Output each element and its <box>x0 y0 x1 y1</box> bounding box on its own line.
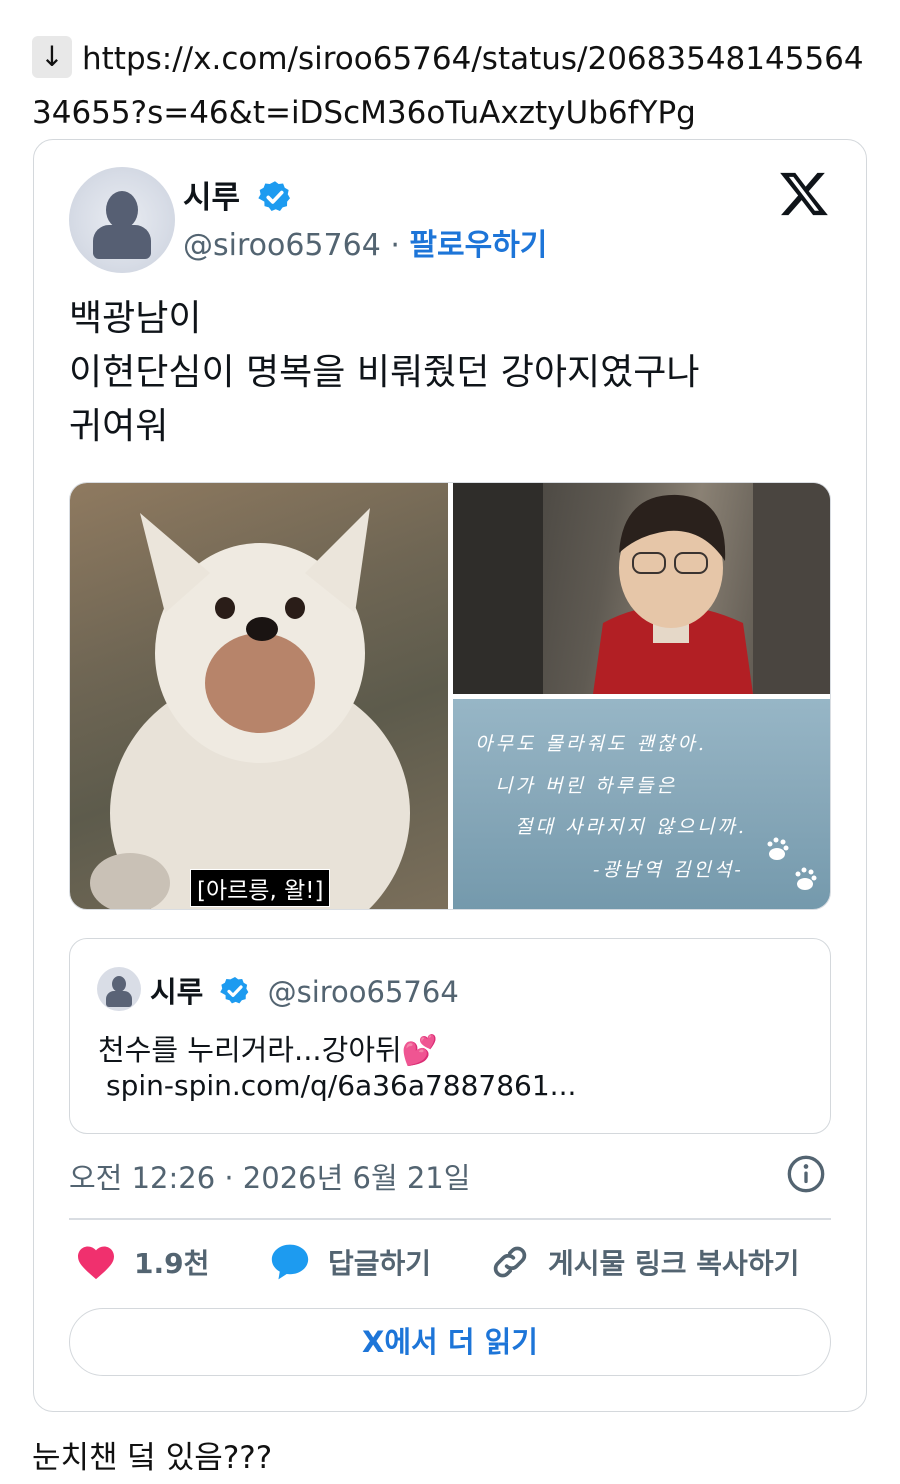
link-url[interactable]: https://x.com/siroo65764/status/20683548… <box>32 41 864 131</box>
reply-label: 답글하기 <box>328 1247 432 1280</box>
shared-link[interactable]: ↓ https://x.com/siroo65764/status/2068354… <box>32 32 872 140</box>
man-illustration <box>453 483 830 694</box>
tweet-line-1: 백광남이 <box>69 298 202 339</box>
quote-author: 시루 @siroo65764 <box>150 969 459 1011</box>
read-more-button[interactable]: X에서 더 읽기 <box>69 1308 831 1376</box>
tweet-line-3: 귀여워 <box>69 406 169 447</box>
dog-photo[interactable]: [아르릉, 왈!] <box>70 483 448 909</box>
tweet-embed-card: 시루 @siroo65764 · 팔로우하기 백광남이 이현단심이 명복을 비뤄… <box>33 139 867 1412</box>
copy-link-label: 게시물 링크 복사하기 <box>548 1247 800 1280</box>
quote-avatar-body <box>106 991 132 1007</box>
author-name[interactable]: 시루 <box>183 172 293 218</box>
avatar-body <box>93 225 151 259</box>
reply-button[interactable]: 답글하기 <box>270 1242 431 1282</box>
author-avatar[interactable] <box>69 167 175 273</box>
info-icon[interactable] <box>786 1154 826 1194</box>
tweet-line-2: 이현단심이 명복을 비뤄줬던 강아지였구나 <box>69 352 700 393</box>
like-count: 1.9천 <box>134 1247 210 1280</box>
dog-subtitle: [아르릉, 왈!] <box>190 869 331 907</box>
quoted-tweet[interactable]: 시루 @siroo65764 천수를 누리거라...강아뒤💕 spin-spin… <box>69 938 831 1134</box>
man-photo[interactable] <box>453 483 830 694</box>
sea-photo[interactable]: 아무도 몰라줘도 괜찮아. 니가 버린 하루들은 절대 사라지지 않으니까. -… <box>453 699 830 909</box>
separator-dot: · <box>380 228 410 263</box>
tweet-timestamp[interactable]: 오전 12:26 · 2026년 6월 21일 <box>69 1155 470 1197</box>
sea-text-2: 니가 버린 하루들은 <box>495 775 677 797</box>
avatar-head <box>106 191 138 229</box>
copy-link-button[interactable]: 게시물 링크 복사하기 <box>490 1242 799 1282</box>
sea-text-4: -광남역 김인석- <box>593 859 744 881</box>
handle-row: @siroo65764 · 팔로우하기 <box>183 220 547 264</box>
paw-print-icon <box>767 837 817 890</box>
quote-avatar-head <box>112 976 126 992</box>
download-arrow-icon: ↓ <box>32 35 72 78</box>
quote-avatar <box>97 967 141 1011</box>
verified-badge-icon <box>258 180 290 211</box>
dog-illustration <box>90 508 410 909</box>
verified-badge-icon <box>220 977 249 1004</box>
author-handle[interactable]: @siroo65764 <box>183 228 381 263</box>
heart-icon <box>78 1246 114 1280</box>
quote-handle: @siroo65764 <box>267 975 459 1009</box>
like-button[interactable]: 1.9천 <box>76 1242 209 1282</box>
follow-button[interactable]: 팔로우하기 <box>409 228 547 263</box>
divider <box>69 1218 831 1220</box>
reply-bubble-icon <box>271 1244 309 1280</box>
quote-author-name: 시루 <box>150 975 204 1009</box>
media-grid: [아르릉, 왈!] 아무도 몰라줘도 괜찮아. 니가 버린 하루들은 절대 사라… <box>69 482 831 910</box>
x-logo-icon[interactable] <box>778 168 830 220</box>
comment-text: 눈치챈 덬 있음??? <box>32 1440 273 1476</box>
tweet-text: 백광남이 이현단심이 명복을 비뤄줬던 강아지였구나 귀여워 <box>69 292 829 454</box>
sea-text-3: 절대 사라지지 않으니까. <box>515 816 747 838</box>
sea-text-1: 아무도 몰라줘도 괜찮아. <box>475 733 707 755</box>
quote-link[interactable]: spin-spin.com/q/6a36a7887861... <box>106 1069 576 1102</box>
link-chain-icon <box>493 1246 527 1278</box>
author-name-text: 시루 <box>183 180 241 216</box>
quote-text: 천수를 누리거라...강아뒤💕 <box>98 1033 438 1067</box>
